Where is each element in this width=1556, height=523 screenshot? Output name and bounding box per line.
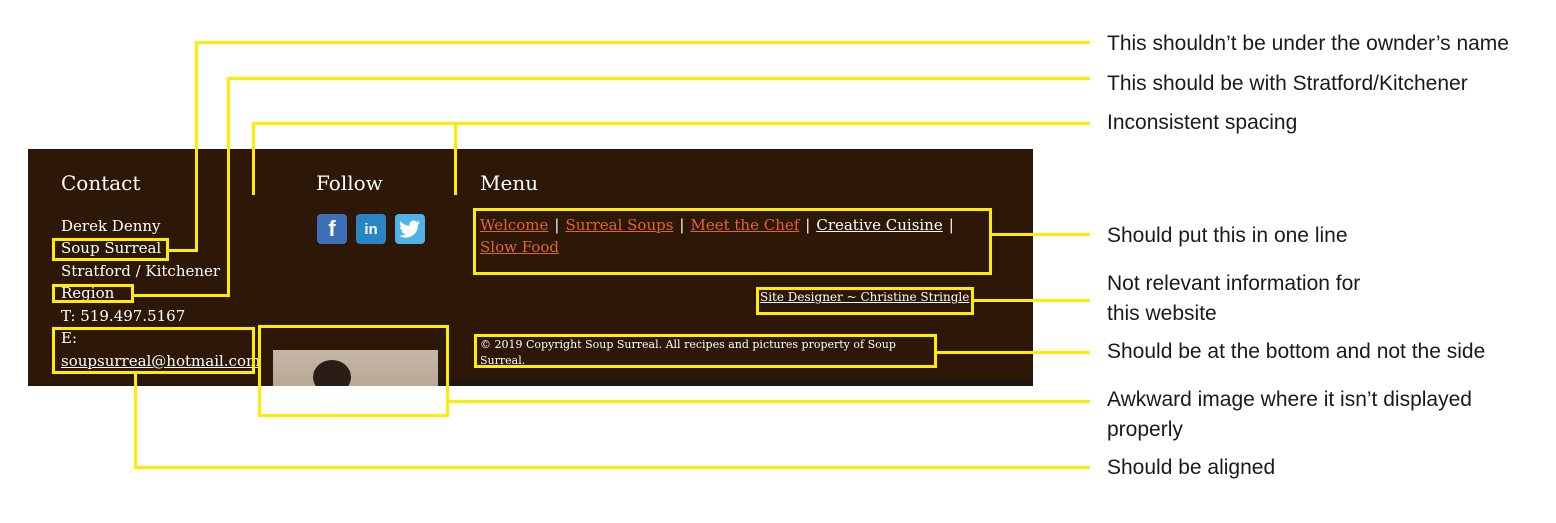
connector-line <box>454 122 457 195</box>
annotation-photo-line1: Awkward image where it isn’t displayed <box>1107 388 1472 411</box>
annotation-menu: Should put this in one line <box>1107 224 1348 247</box>
connector-line <box>252 122 1090 125</box>
contact-city: Stratford / Kitchener <box>61 262 221 280</box>
highlight-menu <box>473 208 992 275</box>
connector-line <box>195 41 198 252</box>
contact-heading: Contact <box>61 171 141 195</box>
connector-line <box>134 372 137 469</box>
image-strip <box>440 380 1033 386</box>
connector-line <box>972 299 1090 302</box>
menu-heading: Menu <box>480 171 539 195</box>
connector-line <box>227 77 1090 80</box>
twitter-bird-shape <box>399 220 420 238</box>
contact-name: Derek Denny <box>61 217 161 235</box>
annotation-aligned: Should be aligned <box>1107 456 1276 479</box>
connector-line <box>252 122 255 195</box>
annotation-copyright: Should be at the bottom and not the side <box>1107 340 1486 363</box>
contact-phone: T: 519.497.5167 <box>61 307 186 325</box>
connector-line <box>195 41 1090 44</box>
follow-heading: Follow <box>316 171 383 195</box>
highlight-email <box>52 327 255 374</box>
annotation-owner-name: This shouldn’t be under the ownder’s nam… <box>1107 32 1509 55</box>
annotation-designer-line2: this website <box>1107 302 1217 325</box>
annotation-photo-line2: properly <box>1107 418 1183 441</box>
highlight-designer <box>756 287 974 315</box>
facebook-icon[interactable]: f <box>317 214 347 244</box>
connector-line <box>990 233 1090 236</box>
twitter-icon[interactable] <box>395 214 425 244</box>
connector-line <box>227 77 230 297</box>
highlight-photo <box>258 325 449 417</box>
annotation-region: This should be with Stratford/Kitchener <box>1107 72 1468 95</box>
connector-line <box>167 249 198 252</box>
highlight-soup-surreal <box>52 238 169 261</box>
highlight-copyright <box>474 334 937 368</box>
annotation-designer-line1: Not relevant information for <box>1107 272 1361 295</box>
annotation-spacing: Inconsistent spacing <box>1107 111 1298 134</box>
connector-line <box>447 400 1090 403</box>
connector-line <box>134 466 1090 469</box>
linkedin-icon[interactable]: in <box>356 214 386 244</box>
connector-line <box>132 294 230 297</box>
connector-line <box>935 351 1090 354</box>
highlight-region <box>52 284 134 303</box>
